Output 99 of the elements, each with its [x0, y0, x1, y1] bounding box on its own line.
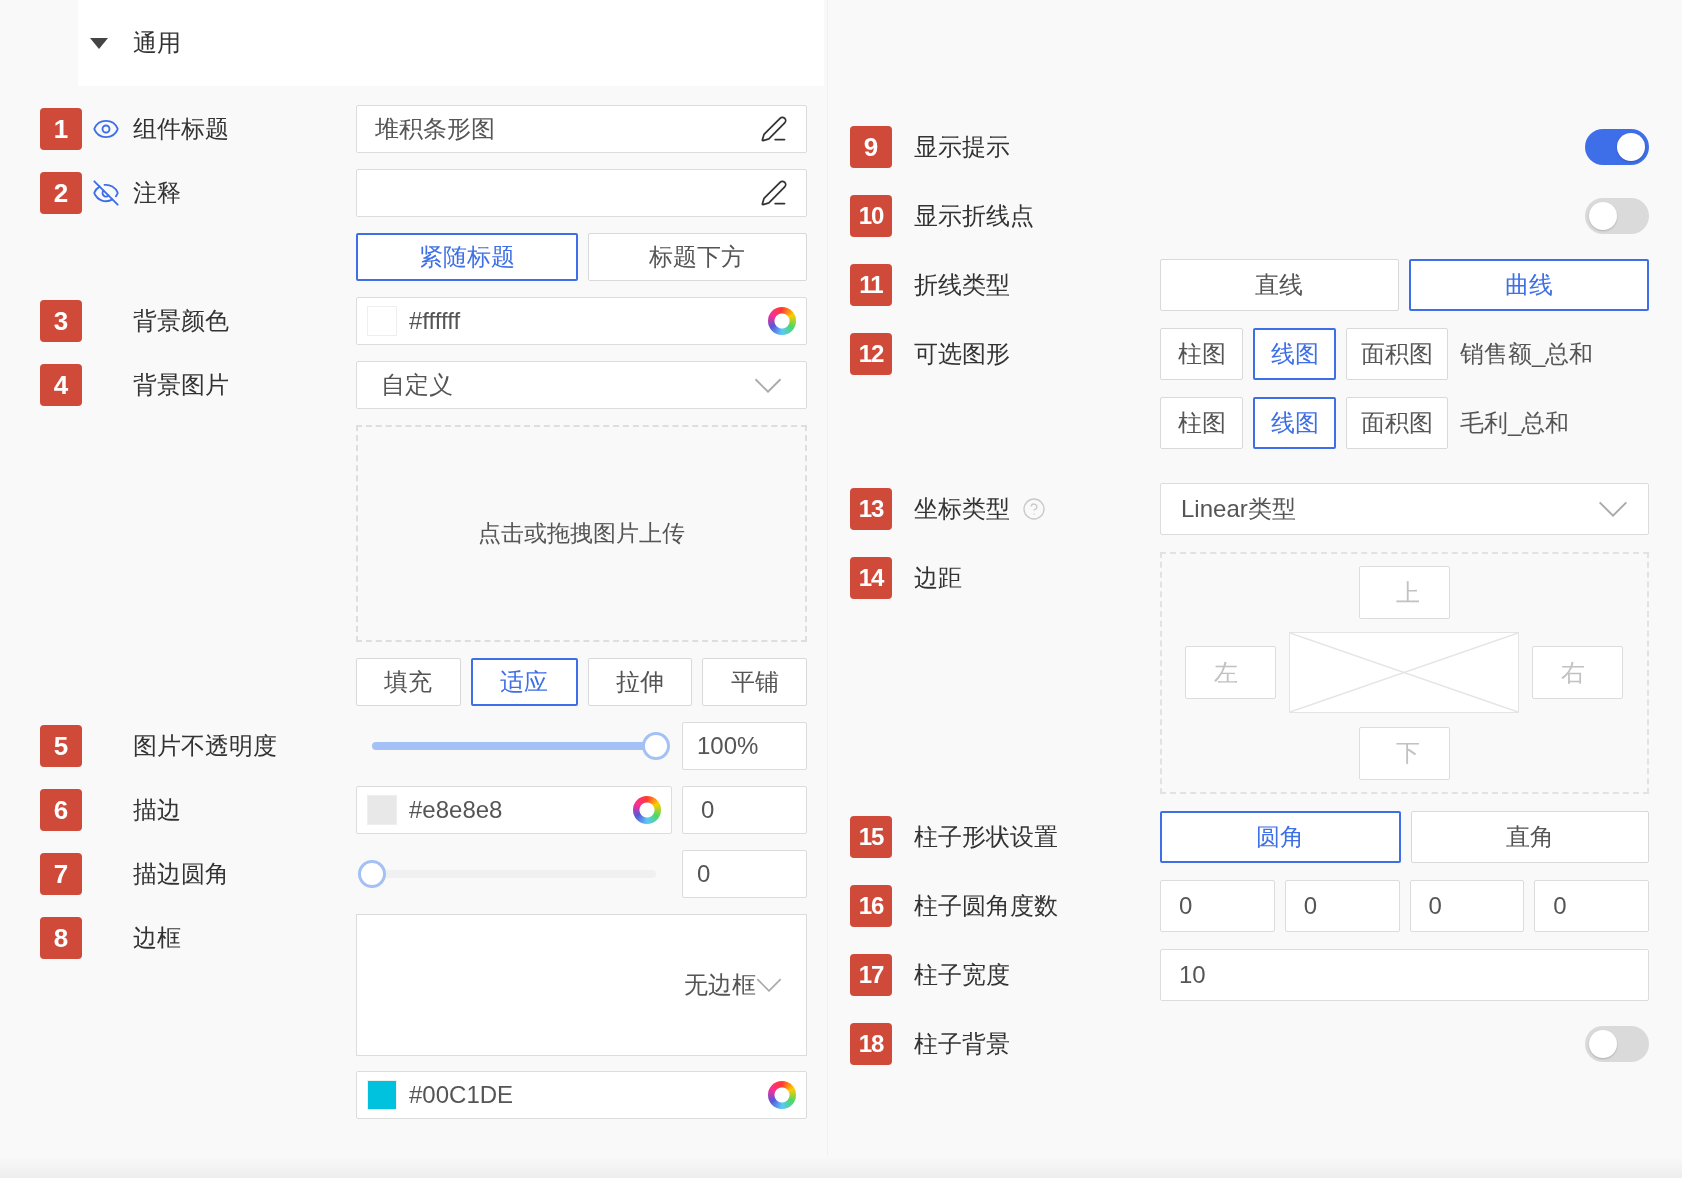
step-badge: 4	[40, 364, 82, 406]
chart-type-button[interactable]: 线图	[1253, 397, 1336, 449]
field-value: 0	[701, 796, 716, 824]
select-field[interactable]: Linear类型	[1160, 483, 1649, 535]
step-badge: 14	[850, 557, 892, 599]
option-button[interactable]: 填充	[356, 658, 461, 706]
step-badge: 6	[40, 789, 82, 831]
step-badge: 12	[850, 333, 892, 375]
step-badge: 1	[40, 108, 82, 150]
series-name: 毛利_总和	[1460, 408, 1570, 438]
setting-label: 柱子圆角度数	[914, 891, 1058, 921]
upload-area[interactable]: 点击或拖拽图片上传	[356, 425, 807, 642]
number-field[interactable]: 0	[1409, 880, 1525, 932]
step-badge: 17	[850, 954, 892, 996]
setting-label: 边距	[914, 563, 962, 593]
step-badge: 9	[850, 126, 892, 168]
step-badge: 2	[40, 172, 82, 214]
text-field[interactable]	[356, 169, 807, 217]
chart-type-button[interactable]: 面积图	[1346, 328, 1448, 380]
select-field[interactable]: 自定义	[356, 361, 807, 409]
step-badge: 5	[40, 725, 82, 767]
color-field[interactable]: #00C1DE	[356, 1071, 807, 1119]
toggle-switch[interactable]	[1585, 1026, 1649, 1062]
setting-label: 显示折线点	[914, 201, 1034, 231]
color-field[interactable]: #e8e8e8	[356, 786, 672, 834]
setting-label: 描边	[133, 795, 181, 825]
color-value: #00C1DE	[409, 1081, 515, 1109]
number-field[interactable]: 0	[682, 850, 807, 898]
number-field[interactable]: 10	[1160, 949, 1649, 1001]
setting-label: 边框	[133, 923, 181, 953]
color-field[interactable]: #ffffff	[356, 297, 807, 345]
option-button[interactable]: 平铺	[702, 658, 807, 706]
setting-label: 背景颜色	[133, 306, 229, 336]
chart-type-button[interactable]: 面积图	[1346, 397, 1448, 449]
step-badge: 11	[850, 264, 892, 306]
step-badge: 10	[850, 195, 892, 237]
option-button[interactable]: 紧随标题	[356, 233, 578, 281]
slider-handle[interactable]	[642, 732, 670, 760]
number-field[interactable]: 0	[1534, 880, 1649, 932]
border-select[interactable]: 无边框	[356, 914, 807, 1056]
setting-label: 柱子形状设置	[914, 822, 1058, 852]
chart-type-button[interactable]: 柱图	[1160, 397, 1243, 449]
setting-label: 图片不透明度	[133, 731, 277, 761]
edit-icon[interactable]	[760, 179, 788, 207]
step-badge: 8	[40, 917, 82, 959]
color-wheel-icon[interactable]	[768, 307, 796, 335]
option-button[interactable]: 适应	[470, 658, 578, 706]
setting-label: 折线类型	[914, 270, 1010, 300]
select-value: Linear类型	[1181, 494, 1297, 524]
select-value: 无边框	[684, 970, 756, 1000]
color-value: #ffffff	[409, 307, 462, 335]
setting-label: 注释	[133, 178, 181, 208]
select-value: 自定义	[381, 370, 454, 400]
setting-label: 可选图形	[914, 339, 1010, 369]
field-value: 100%	[697, 732, 760, 760]
step-badge: 3	[40, 300, 82, 342]
step-badge: 15	[850, 816, 892, 858]
number-field[interactable]: 0	[1160, 880, 1275, 932]
field-value: 0	[697, 860, 712, 888]
setting-label: 描边圆角	[133, 859, 229, 889]
step-badge: 18	[850, 1023, 892, 1065]
upload-hint: 点击或拖拽图片上传	[478, 519, 685, 548]
option-button[interactable]: 圆角	[1160, 811, 1401, 863]
chevron-down-icon	[1598, 501, 1628, 517]
chart-type-button[interactable]: 柱图	[1160, 328, 1243, 380]
color-swatch	[367, 1080, 397, 1110]
series-name: 销售额_总和	[1460, 339, 1594, 369]
option-button[interactable]: 直角	[1410, 811, 1649, 863]
toggle-switch[interactable]	[1585, 129, 1649, 165]
chevron-down-icon	[756, 978, 782, 992]
setting-label: 背景图片	[133, 370, 229, 400]
color-wheel-icon[interactable]	[768, 1081, 796, 1109]
step-badge: 13	[850, 488, 892, 530]
setting-label: 组件标题	[133, 114, 229, 144]
option-button[interactable]: 直线	[1160, 259, 1399, 311]
field-value: 堆积条形图	[375, 114, 496, 144]
step-badge: 7	[40, 853, 82, 895]
number-field[interactable]: 0	[1284, 880, 1400, 932]
option-button[interactable]: 曲线	[1408, 259, 1649, 311]
option-button[interactable]: 标题下方	[587, 233, 807, 281]
setting-label: 柱子背景	[914, 1029, 1010, 1059]
number-field[interactable]: 100%	[682, 722, 807, 770]
chart-type-button[interactable]: 线图	[1253, 328, 1336, 380]
color-value: #e8e8e8	[409, 796, 504, 824]
eye-off-icon[interactable]	[92, 179, 120, 207]
text-field[interactable]: 堆积条形图	[356, 105, 807, 153]
option-button[interactable]: 拉伸	[587, 658, 693, 706]
setting-label: 柱子宽度	[914, 960, 1010, 990]
toggle-switch[interactable]	[1585, 198, 1649, 234]
chevron-down-icon	[754, 377, 782, 393]
section-header[interactable]: 通用	[78, 0, 824, 86]
setting-label: 显示提示	[914, 132, 1010, 162]
number-field[interactable]: 0	[682, 786, 807, 834]
step-badge: 16	[850, 885, 892, 927]
section-title: 通用	[133, 28, 181, 58]
setting-label: 坐标类型	[914, 494, 1010, 524]
slider-handle[interactable]	[358, 860, 386, 888]
color-wheel-icon[interactable]	[633, 796, 661, 824]
edit-icon[interactable]	[760, 115, 788, 143]
